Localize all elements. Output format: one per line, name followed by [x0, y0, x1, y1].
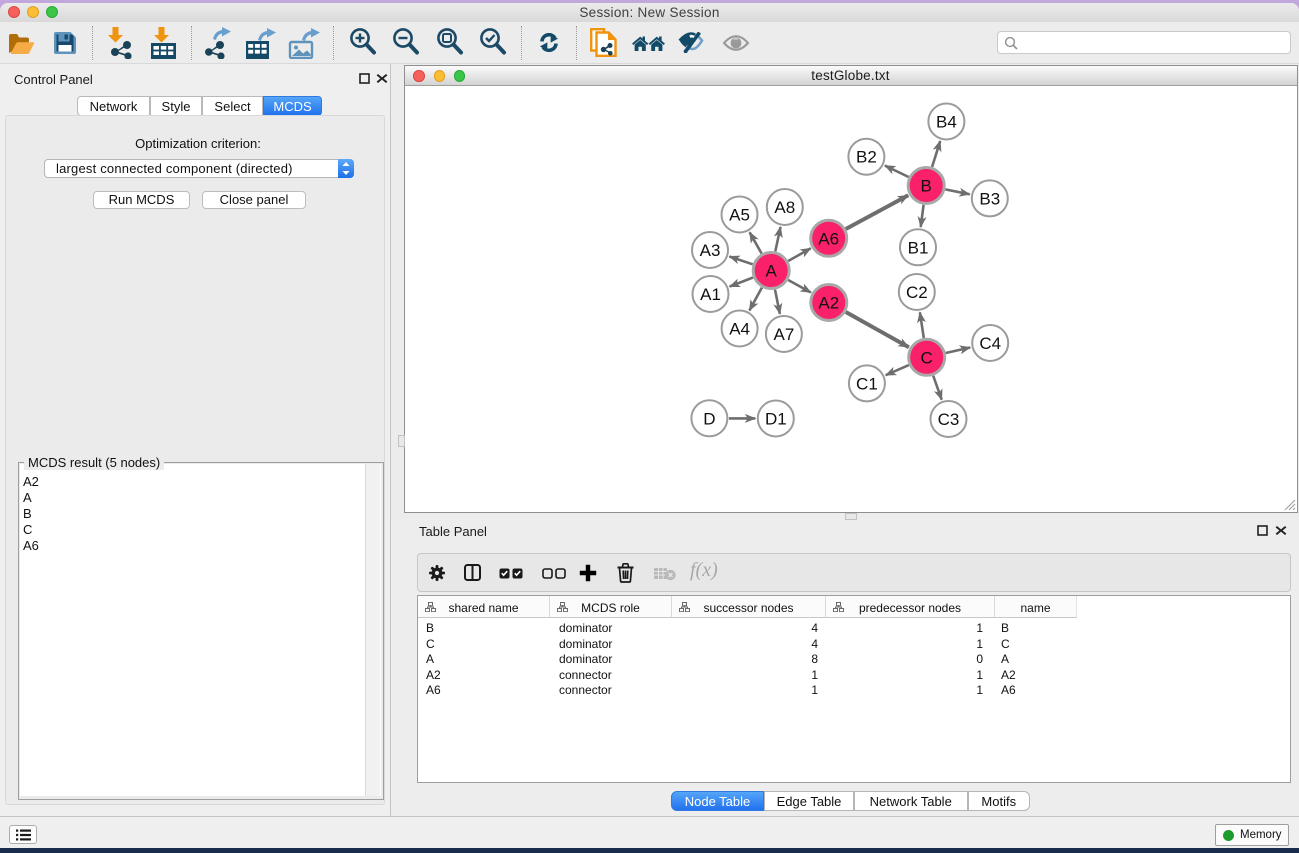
svg-text:A3: A3: [699, 241, 720, 260]
svg-text:A5: A5: [729, 205, 750, 224]
svg-text:D1: D1: [764, 409, 786, 428]
svg-text:C2: C2: [905, 283, 927, 302]
svg-text:D: D: [703, 409, 715, 428]
svg-text:B4: B4: [936, 112, 957, 131]
svg-text:C1: C1: [856, 374, 878, 393]
svg-text:A8: A8: [774, 198, 795, 217]
svg-text:B1: B1: [907, 238, 928, 257]
svg-text:B: B: [920, 176, 931, 195]
svg-text:A6: A6: [818, 229, 839, 248]
svg-text:C4: C4: [979, 334, 1001, 353]
svg-text:A: A: [765, 261, 777, 280]
svg-text:A7: A7: [773, 325, 794, 344]
svg-text:A4: A4: [729, 319, 750, 338]
svg-text:A2: A2: [818, 293, 839, 312]
svg-text:B2: B2: [856, 147, 877, 166]
svg-text:B3: B3: [979, 189, 1000, 208]
svg-text:A1: A1: [700, 285, 721, 304]
svg-text:C: C: [920, 348, 932, 367]
svg-text:C3: C3: [937, 410, 959, 429]
